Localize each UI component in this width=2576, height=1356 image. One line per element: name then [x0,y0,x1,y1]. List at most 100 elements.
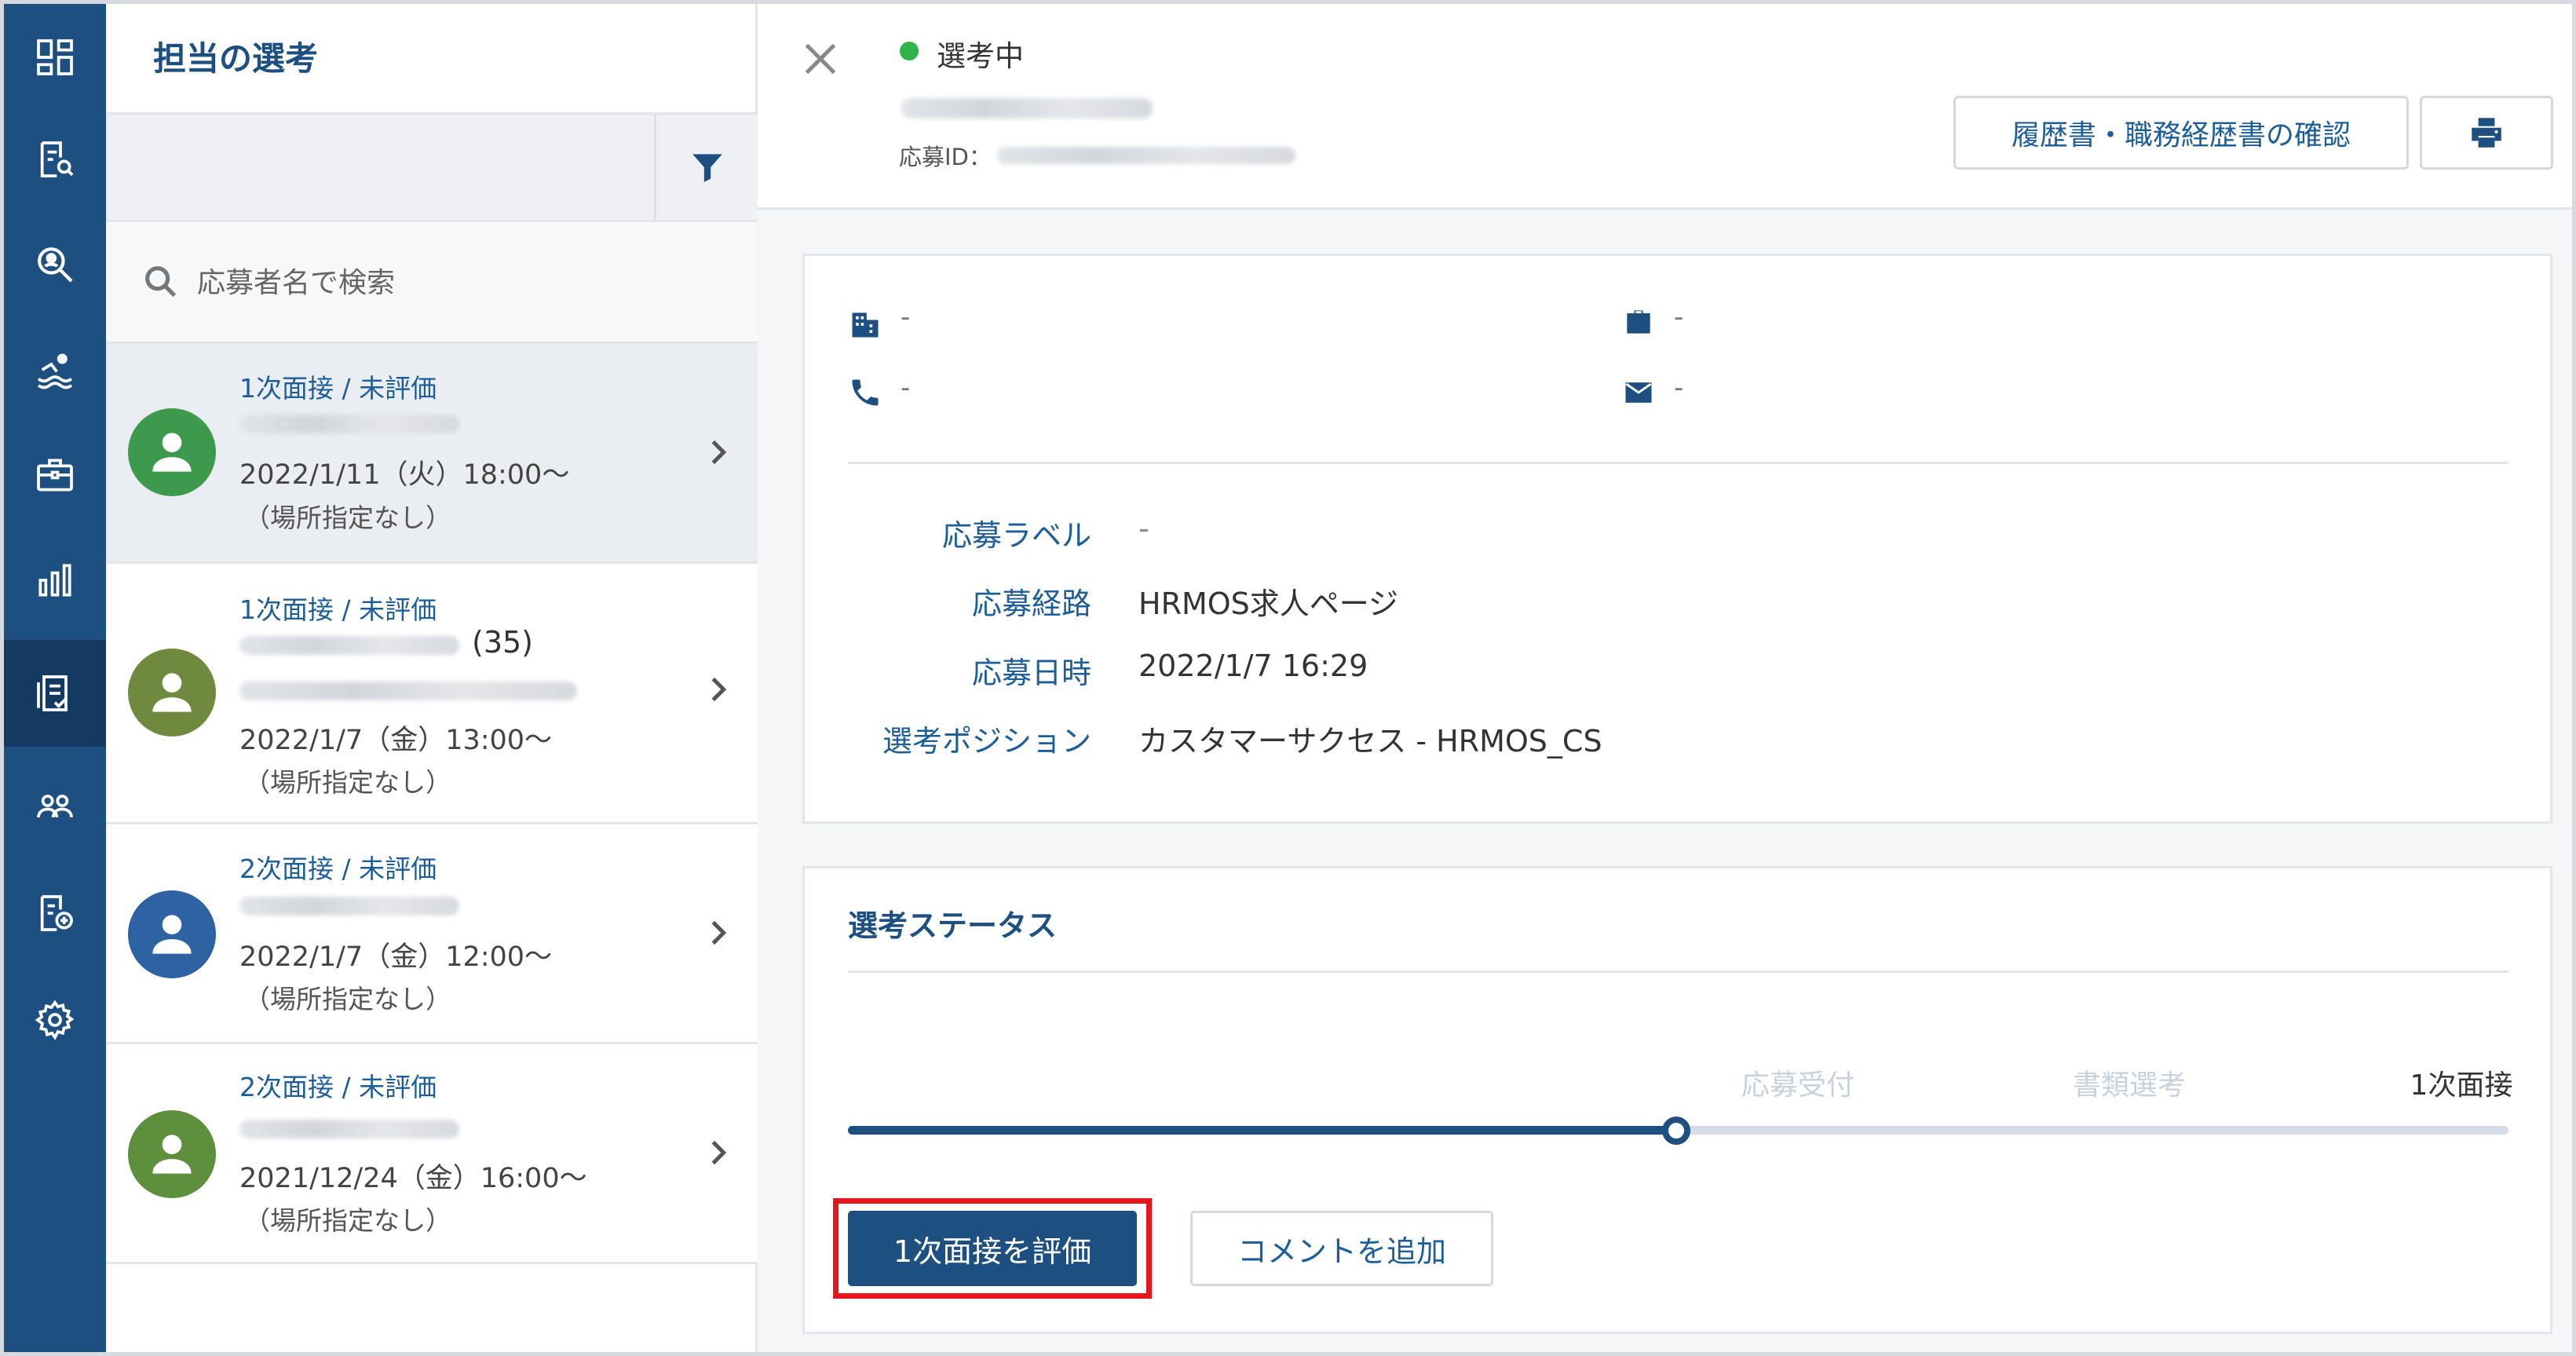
bar-chart-icon [38,564,71,597]
field-value-application-route: HRMOS求人ページ [1138,587,1399,621]
field-value-application-date: 2022/1/7 16:29 [1138,649,1368,683]
filter-button[interactable] [654,115,758,220]
field-label-application-date: 応募日時 [971,656,1091,690]
close-icon[interactable] [797,35,844,82]
candidate-list-item[interactable]: 2次面接 / 未評価 2022/1/7（金）12:00～ （場所指定なし） [106,824,758,1044]
divider [848,970,2508,973]
interview-location: （場所指定なし） [244,984,451,1014]
avatar [128,649,216,736]
nav-interviews[interactable] [4,640,106,747]
dashboard-icon [37,39,73,75]
applicant-age: (35) [472,625,534,660]
team-icon [37,795,73,818]
evaluate-interview-button[interactable]: 1次面接を評価 [848,1211,1137,1286]
applicant-info-card: - - - - 応募ラベル - 応募経路 HRMOS求人ページ 応募日時 202… [802,254,2552,824]
company-value: - [901,302,911,333]
search-row [106,222,758,344]
selection-status-title: 選考ステータス [848,908,1058,943]
filter-icon [692,154,722,182]
nav-jobs[interactable] [4,422,106,528]
application-id-label: 応募ID： [899,144,992,170]
global-nav [4,4,106,1352]
interview-sheet-icon [37,675,68,711]
panel-title: 担当の選考 [153,39,319,78]
nav-reports[interactable] [4,527,106,634]
chevron-right-icon [711,920,727,945]
view-resume-button[interactable]: 履歴書・職務経歴書の確認 [1953,96,2409,170]
interview-datetime: 2022/1/7（金）12:00～ [239,941,553,973]
assigned-selection-panel: 担当の選考 1次面接 / 未評価 2022/1/11（火）18: [106,4,758,1352]
email-icon [1625,382,1652,403]
chevron-right-icon [711,677,727,702]
step-first-interview: 1次面接 [2410,1069,2513,1102]
avatar [128,890,216,978]
applicant-name-redacted [901,98,1153,119]
divider [848,462,2508,464]
interview-location: （場所指定なし） [244,503,451,533]
nav-candidate-search[interactable] [4,211,106,318]
document-search-icon [40,141,74,177]
chevron-right-icon [711,440,727,465]
candidate-search-icon [38,247,73,283]
candidate-list-item[interactable]: 1次面接 / 未評価 (35) 2022/1/7（金）13:00～ （場所指定な… [106,564,758,824]
nav-dashboard[interactable] [4,4,106,111]
building-icon [852,313,879,338]
applicant-name-redacted [239,636,459,655]
person-icon [152,1135,192,1174]
detail-header: 選考中 応募ID： 履歴書・職務経歴書の確認 [758,4,2572,210]
person-icon [152,433,192,472]
add-document-icon [40,895,73,931]
briefcase-icon [1627,310,1650,334]
application-id-redacted [997,147,1295,164]
nav-swimmer[interactable] [4,316,106,423]
print-button[interactable] [2420,96,2553,170]
phone-value: - [901,372,911,404]
selection-progress-fill [848,1126,1676,1135]
status-indicator [900,42,919,60]
app-window: 担当の選考 1次面接 / 未評価 2022/1/11（火）18: [0,0,2576,1356]
interview-datetime: 2022/1/7（金）13:00～ [239,725,553,756]
briefcase-icon [37,459,73,492]
field-value-application-label: - [1138,511,1149,546]
phone-icon [852,379,879,406]
applicant-detail-redacted [239,682,577,700]
stage-status: 1次面接 / 未評価 [239,594,437,625]
nav-document-search[interactable] [4,106,106,213]
nav-add-document[interactable] [4,860,106,967]
applicant-name-redacted [239,415,459,433]
stage-status: 2次面接 / 未評価 [239,853,437,884]
person-icon [152,673,192,712]
interview-datetime: 2022/1/11（火）18:00～ [239,459,570,491]
interview-datetime: 2021/12/24（金）16:00～ [239,1163,587,1194]
selection-detail-panel: 選考中 応募ID： 履歴書・職務経歴書の確認 - - - - 応募ラベル - 応… [758,4,2572,1352]
interview-location: （場所指定なし） [244,767,451,798]
gear-icon [35,1000,75,1040]
step-application-received: 応募受付 [1741,1069,1855,1102]
avatar [128,1110,216,1198]
candidate-list-item[interactable]: 1次面接 / 未評価 2022/1/11（火）18:00～ （場所指定なし） [106,344,758,564]
person-icon [152,915,192,954]
field-label-application-route: 応募経路 [971,587,1091,621]
field-label-position: 選考ポジション [882,724,1091,758]
candidate-list-item[interactable]: 2次面接 / 未評価 2021/12/24（金）16:00～ （場所指定なし） [106,1044,758,1264]
chevron-right-icon [711,1140,727,1165]
stage-status: 1次面接 / 未評価 [239,373,437,404]
stage-status: 2次面接 / 未評価 [239,1072,437,1102]
field-value-position: カスタマーサクセス - HRMOS_CS [1138,724,1602,758]
selection-status: 選考中 [937,39,1024,73]
avatar [128,408,216,496]
applicant-name-redacted [239,897,459,916]
selection-progress-knob [1662,1117,1690,1145]
search-icon [145,266,177,298]
nav-settings[interactable] [4,967,106,1073]
add-comment-button[interactable]: コメントを追加 [1190,1211,1493,1286]
step-document-screening: 書類選考 [2072,1069,2187,1102]
applicant-search-input[interactable] [197,255,707,310]
swimmer-icon [37,353,73,389]
field-label-application-label: 応募ラベル [941,518,1091,553]
applicant-name-redacted [239,1120,459,1139]
nav-team[interactable] [4,753,106,860]
filter-bar [106,112,758,222]
job-value: - [1674,302,1684,333]
email-value: - [1674,372,1684,404]
